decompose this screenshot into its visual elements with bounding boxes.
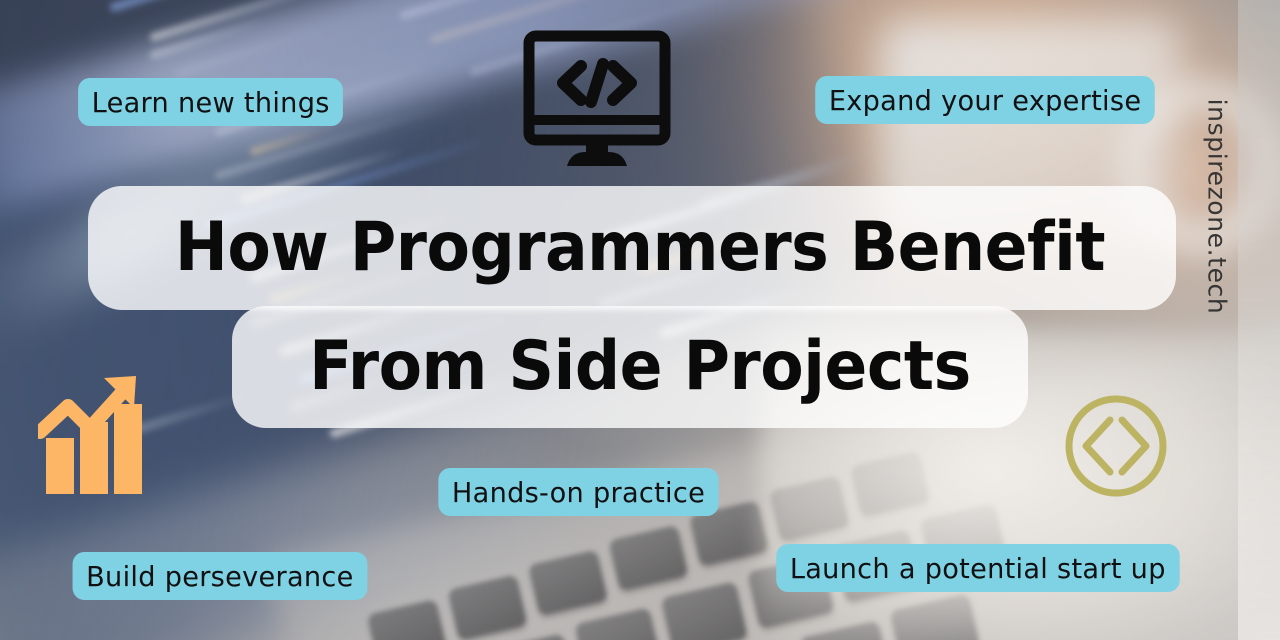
site-watermark: inspirezone.tech	[1202, 98, 1232, 315]
code-circle-icon	[1065, 395, 1167, 497]
growth-chart-icon	[38, 376, 142, 494]
badge-launch-a-potential-start-up: Launch a potential start up	[776, 544, 1180, 592]
monitor-code-icon	[523, 30, 671, 166]
badge-expand-your-expertise: Expand your expertise	[815, 76, 1155, 124]
page-title-line-1: How Programmers Benefit	[174, 208, 1106, 287]
right-edge-strip	[1238, 0, 1280, 640]
badge-build-perseverance: Build perseverance	[72, 552, 368, 600]
featured-image-canvas: How Programmers Benefit From Side Projec…	[0, 0, 1280, 640]
badge-hands-on-practice: Hands-on practice	[438, 468, 719, 516]
page-title-line-2: From Side Projects	[309, 327, 971, 406]
badge-learn-new-things: Learn new things	[78, 78, 344, 126]
